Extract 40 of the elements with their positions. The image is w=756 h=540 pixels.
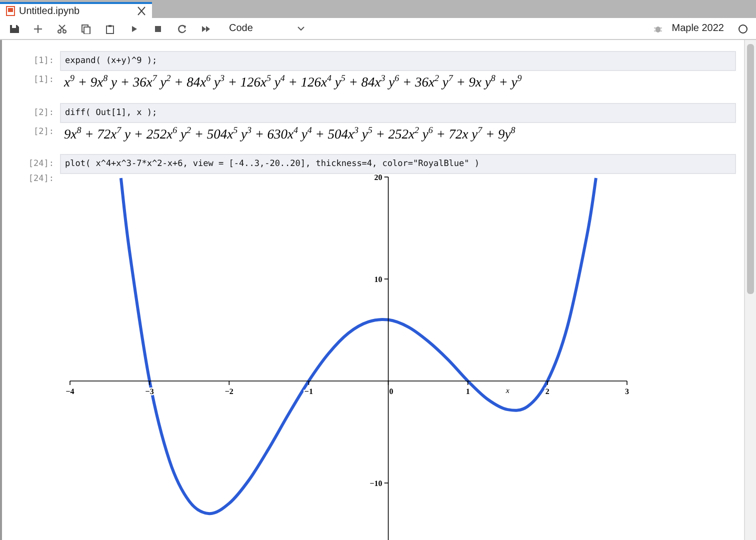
cell-prompt: [24]: <box>27 158 55 169</box>
paste-icon[interactable] <box>105 24 115 34</box>
kernel-status-icon[interactable] <box>738 24 748 34</box>
fast-forward-icon[interactable] <box>201 24 211 34</box>
add-icon[interactable] <box>33 24 43 34</box>
code-input[interactable]: diff( Out[1], x ); <box>60 102 736 122</box>
cell-prompt: [1]: <box>32 74 55 85</box>
math-output: x$^{9}$ + 9x$^{8}$ y + 36x$^{7}$ y$^{2}$ + 84x$^{6}$ y$^{3}$ + 126x$^{5}$ y$^{4}$ + 126x$^{4}$ y$^{5}$ + 84x$^{3}$ y$^{6}$ + 36x$^{2}$ y$^{7}$ + 9x y$^{8}$ + y$^{9}$ <box>62 72 523 92</box>
cell-prompt: [2]: <box>32 106 55 118</box>
x-tick-label: 1 <box>466 387 470 396</box>
chevron-down-icon[interactable] <box>296 24 305 34</box>
code-input[interactable]: expand( (x+y)^9 ); <box>60 51 736 71</box>
code-input[interactable]: plot( x^4+x^3-7*x^2-x+6, view = [-4..3,-20..20], thickness=4, color="RoyalBlue" ) <box>60 154 736 174</box>
x-tick-label: −1 <box>304 387 313 396</box>
kernel-name: Maple 2022 <box>672 23 724 34</box>
x-axis-label: x <box>506 386 510 395</box>
notebook-icon[interactable] <box>6 6 15 16</box>
y-tick-label: −10 <box>370 479 382 488</box>
x-tick-label: 2 <box>545 387 550 396</box>
cell-prompt: [24]: <box>27 174 55 184</box>
y-tick-label: 10 <box>374 275 382 284</box>
scissors-icon[interactable] <box>57 24 67 34</box>
x-tick-label: 0 <box>389 387 394 396</box>
y-tick-label: 20 <box>374 173 382 182</box>
close-icon[interactable] <box>137 6 146 16</box>
x-tick-label: −4 <box>66 387 74 396</box>
cell-prompt: [2]: <box>32 126 55 136</box>
play-icon[interactable] <box>129 24 139 34</box>
x-tick-label: −2 <box>224 387 234 396</box>
stop-icon[interactable] <box>153 24 163 34</box>
tab-title: Untitled.ipynb <box>19 6 81 16</box>
save-icon[interactable] <box>9 24 19 34</box>
notebook-tab[interactable]: Untitled.ipynb <box>0 2 152 18</box>
cell-type-dropdown[interactable]: Code <box>227 22 307 35</box>
cell-prompt: [1]: <box>32 55 55 66</box>
math-output: 9x$^{8}$ + 72x$^{7}$ y + 252x$^{6}$ y$^{2}$ + 504x$^{5}$ y$^{3}$ + 630x$^{4}$ y$^{4}$ + 504x$^{3}$ y$^{5}$ + 252x$^{2}$ y$^{6}$ + 72x y$^{7}$ + 9y$^{8}$ <box>63 124 516 144</box>
x-tick-label: 3 <box>625 387 629 396</box>
scrollbar[interactable] <box>744 40 756 540</box>
copy-icon[interactable] <box>81 24 91 34</box>
refresh-icon[interactable] <box>177 24 187 34</box>
